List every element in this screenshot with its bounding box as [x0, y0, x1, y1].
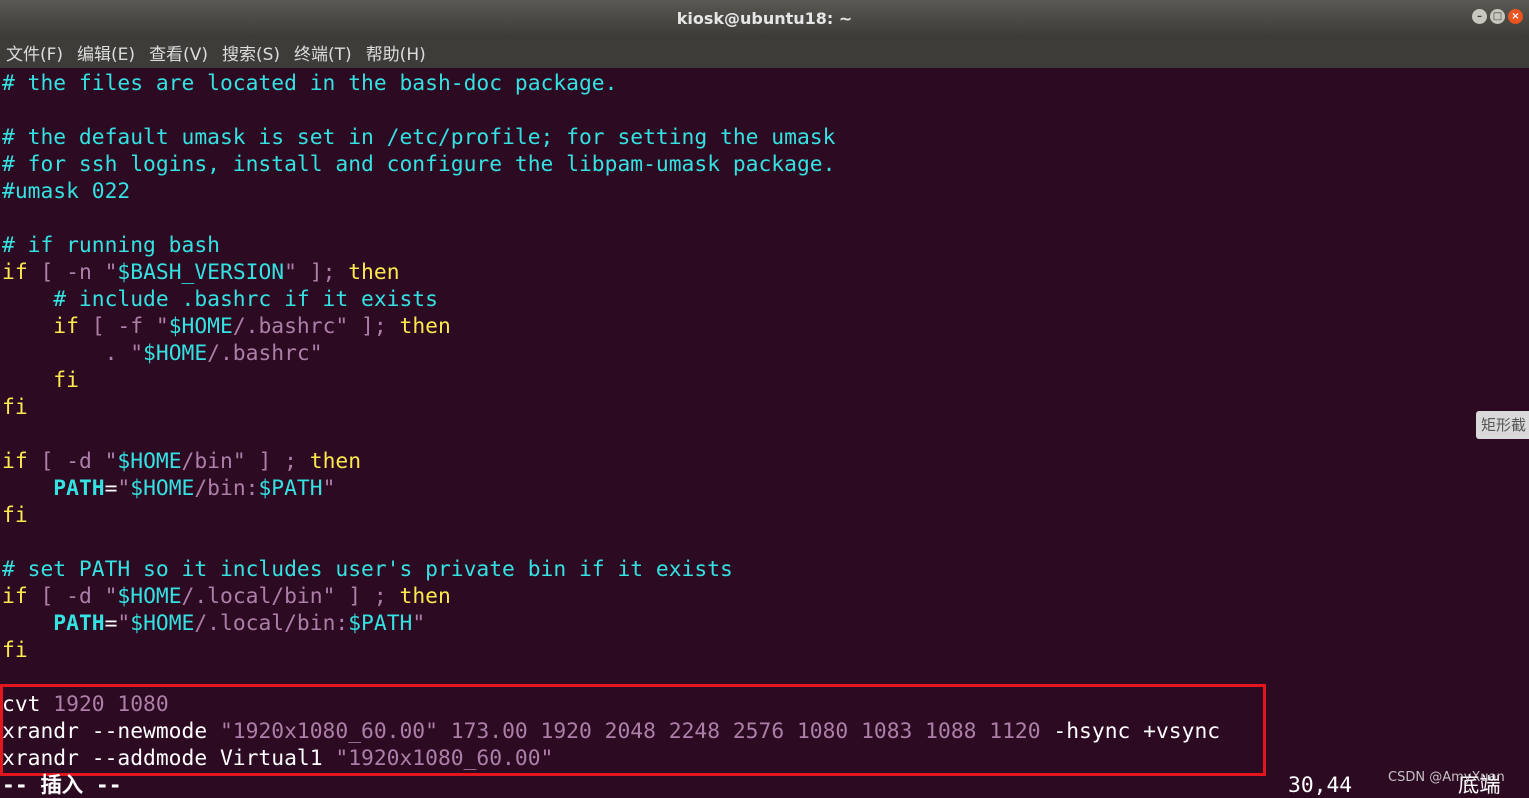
code-token: PATH [53, 476, 105, 501]
code-token: $PATH [258, 476, 323, 501]
code-token: $PATH [348, 611, 413, 636]
vim-editor-area[interactable]: xrandr --addmode Virtual1 "1920x1080_60.… [0, 70, 1529, 798]
screenshot-tool-tip[interactable]: 矩形截 [1476, 411, 1529, 439]
code-token: # the default umask is set in /etc/profi… [2, 125, 836, 150]
code-token: fi [2, 638, 28, 663]
code-token: $HOME [117, 584, 182, 609]
code-line: fi [2, 502, 28, 529]
code-token: $HOME [168, 314, 233, 339]
code-line: . "$HOME/.bashrc" [2, 340, 323, 367]
code-line: #umask 022 [2, 178, 130, 205]
code-token: " [284, 260, 297, 285]
code-line: # if running bash [2, 232, 220, 259]
code-token: then [309, 449, 362, 474]
code-token: fi [2, 503, 28, 528]
window-controls: – □ × [1472, 9, 1523, 24]
menu-edit[interactable]: 编辑(E) [77, 40, 135, 65]
code-token: fi [2, 395, 28, 420]
code-line: if [ -d "$HOME/.local/bin" ] ; then [2, 583, 451, 610]
maximize-button[interactable]: □ [1490, 9, 1505, 24]
code-token: /bin: [194, 476, 259, 501]
code-token: $HOME [143, 341, 208, 366]
code-token: /.bashrc" [232, 314, 349, 339]
code-token: " [322, 476, 336, 501]
code-token: $HOME [130, 611, 195, 636]
code-token: # for ssh logins, install and configure … [2, 152, 836, 177]
code-token: " [104, 260, 118, 285]
code-token: $HOME [130, 476, 195, 501]
code-token: $BASH_VERSION [117, 260, 285, 285]
highlight-annotation-box [0, 684, 1266, 776]
code-token: ] ; [245, 449, 310, 474]
code-token: " [117, 476, 131, 501]
code-line: fi [2, 637, 28, 664]
code-token: /bin" [181, 449, 246, 474]
code-token: PATH [53, 611, 105, 636]
vim-mode-indicator: -- 插入 -- [2, 773, 122, 798]
code-token: ] ; [335, 584, 400, 609]
code-line: fi [2, 367, 79, 394]
menu-bar: 文件(F) 编辑(E) 查看(V) 搜索(S) 终端(T) 帮助(H) [0, 36, 1529, 68]
menu-search[interactable]: 搜索(S) [222, 40, 280, 65]
code-token: /.bashrc" [207, 341, 323, 366]
code-token: [ -n [27, 260, 105, 285]
code-token: if [2, 260, 28, 285]
menu-view[interactable]: 查看(V) [149, 40, 208, 65]
menu-help[interactable]: 帮助(H) [366, 40, 426, 65]
code-token: = [104, 476, 118, 501]
code-token: # include .bashrc if it exists [2, 287, 438, 312]
code-token: " [412, 611, 426, 636]
code-token: ]; [296, 260, 349, 285]
code-token: fi [2, 368, 79, 393]
minimize-button[interactable]: – [1472, 9, 1487, 24]
code-token: if [2, 449, 28, 474]
code-token: # set PATH so it includes user's private… [2, 557, 733, 582]
csdn-watermark: CSDN @AmyXuan [1388, 770, 1505, 785]
code-token: ]; [348, 314, 400, 339]
code-line: if [ -n "$BASH_VERSION" ]; then [2, 259, 400, 286]
terminal-window: kiosk@ubuntu18: ~ – □ × 文件(F) 编辑(E) 查看(V… [0, 0, 1529, 798]
code-token: if [2, 584, 28, 609]
code-token: = [104, 611, 118, 636]
code-token: #umask 022 [2, 179, 131, 204]
code-token: " [104, 449, 118, 474]
code-token: # the files are located in the bash-doc … [2, 71, 618, 96]
code-token: " [130, 341, 144, 366]
menu-file[interactable]: 文件(F) [6, 40, 63, 65]
code-token: " [104, 584, 118, 609]
code-token: [ -f [78, 314, 156, 339]
code-line: PATH="$HOME/.local/bin:$PATH" [2, 610, 425, 637]
code-token: if [53, 314, 79, 339]
title-bar[interactable]: kiosk@ubuntu18: ~ – □ × [0, 0, 1529, 36]
close-button[interactable]: × [1508, 9, 1523, 24]
code-line: if [ -d "$HOME/bin" ] ; then [2, 448, 361, 475]
code-line: PATH="$HOME/bin:$PATH" [2, 475, 335, 502]
code-token: /.local/bin" [181, 584, 336, 609]
code-token: # if running bash [2, 233, 220, 258]
code-token: then [348, 260, 400, 285]
code-line: fi [2, 394, 28, 421]
code-token: " [117, 611, 131, 636]
code-token: " [155, 314, 169, 339]
code-token: then [399, 314, 451, 339]
code-token: . [2, 341, 131, 366]
code-line: # set PATH so it includes user's private… [2, 556, 733, 583]
code-token: [ -d [27, 584, 105, 609]
code-line: # include .bashrc if it exists [2, 286, 438, 313]
code-line: if [ -f "$HOME/.bashrc" ]; then [2, 313, 451, 340]
code-line: # for ssh logins, install and configure … [2, 151, 835, 178]
code-token: [ -d [27, 449, 105, 474]
menu-terminal[interactable]: 终端(T) [294, 40, 352, 65]
window-title: kiosk@ubuntu18: ~ [676, 8, 853, 28]
code-line: # the default umask is set in /etc/profi… [2, 124, 835, 151]
cursor-position: 30,44 [1288, 773, 1353, 798]
code-token: $HOME [117, 449, 182, 474]
code-line: # the files are located in the bash-doc … [2, 70, 617, 97]
code-token: then [399, 584, 451, 609]
code-token: /.local/bin: [194, 611, 349, 636]
